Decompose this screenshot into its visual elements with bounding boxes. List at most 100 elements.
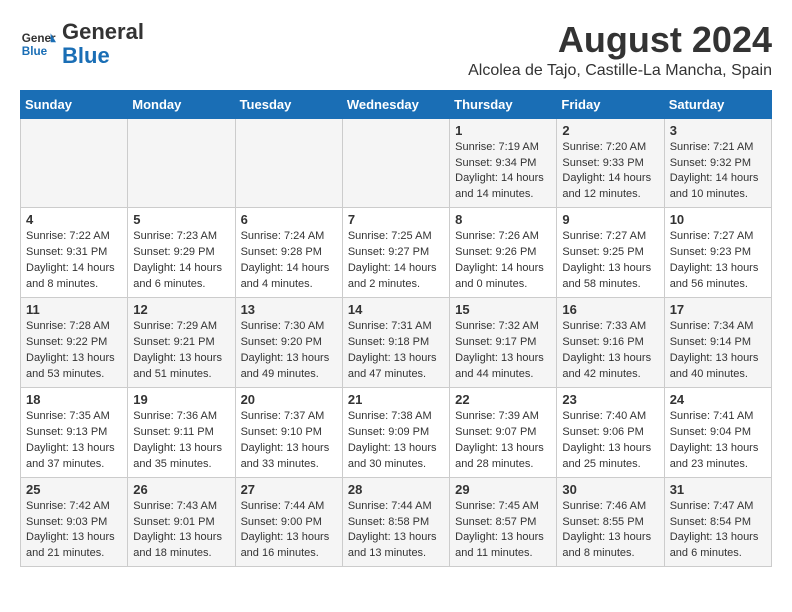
- cell-info: Sunrise: 7:46 AMSunset: 8:55 PMDaylight:…: [562, 499, 658, 563]
- cell-info: Sunrise: 7:28 AMSunset: 9:22 PMDaylight:…: [26, 319, 122, 383]
- cell-info: Sunrise: 7:31 AMSunset: 9:18 PMDaylight:…: [348, 319, 444, 383]
- day-number: 19: [133, 392, 229, 407]
- cell-info: Sunrise: 7:29 AMSunset: 9:21 PMDaylight:…: [133, 319, 229, 383]
- day-number: 6: [241, 212, 337, 227]
- weekday-header-thursday: Thursday: [450, 90, 557, 118]
- day-number: 4: [26, 212, 122, 227]
- calendar-cell: 27 Sunrise: 7:44 AMSunset: 9:00 PMDayligh…: [235, 477, 342, 567]
- cell-info: Sunrise: 7:40 AMSunset: 9:06 PMDaylight:…: [562, 409, 658, 473]
- cell-info: Sunrise: 7:30 AMSunset: 9:20 PMDaylight:…: [241, 319, 337, 383]
- cell-info: Sunrise: 7:19 AMSunset: 9:34 PMDaylight:…: [455, 140, 551, 204]
- weekday-header-saturday: Saturday: [664, 90, 771, 118]
- cell-info: Sunrise: 7:42 AMSunset: 9:03 PMDaylight:…: [26, 499, 122, 563]
- cell-info: Sunrise: 7:45 AMSunset: 8:57 PMDaylight:…: [455, 499, 551, 563]
- day-number: 30: [562, 482, 658, 497]
- calendar-cell: [342, 118, 449, 208]
- cell-info: Sunrise: 7:23 AMSunset: 9:29 PMDaylight:…: [133, 229, 229, 293]
- calendar-cell: 29 Sunrise: 7:45 AMSunset: 8:57 PMDayligh…: [450, 477, 557, 567]
- day-number: 9: [562, 212, 658, 227]
- cell-info: Sunrise: 7:39 AMSunset: 9:07 PMDaylight:…: [455, 409, 551, 473]
- calendar-cell: 26Sunrise: 7:43 AMSunset: 9:01 PMDayligh…: [128, 477, 235, 567]
- day-number: 20: [241, 392, 337, 407]
- day-number: 18: [26, 392, 122, 407]
- calendar-cell: 1 Sunrise: 7:19 AMSunset: 9:34 PMDaylight…: [450, 118, 557, 208]
- calendar-cell: 7 Sunrise: 7:25 AMSunset: 9:27 PMDaylight…: [342, 208, 449, 298]
- calendar-cell: 6 Sunrise: 7:24 AMSunset: 9:28 PMDaylight…: [235, 208, 342, 298]
- day-number: 14: [348, 302, 444, 317]
- weekday-header-sunday: Sunday: [21, 90, 128, 118]
- calendar-cell: 18 Sunrise: 7:35 AMSunset: 9:13 PMDayligh…: [21, 387, 128, 477]
- calendar-cell: 11 Sunrise: 7:28 AMSunset: 9:22 PMDayligh…: [21, 298, 128, 388]
- day-number: 2: [562, 123, 658, 138]
- day-number: 17: [670, 302, 766, 317]
- day-number: 16: [562, 302, 658, 317]
- cell-info: Sunrise: 7:44 AMSunset: 9:00 PMDaylight:…: [241, 499, 337, 563]
- cell-info: Sunrise: 7:33 AMSunset: 9:16 PMDaylight:…: [562, 319, 658, 383]
- calendar-cell: 17 Sunrise: 7:34 AMSunset: 9:14 PMDayligh…: [664, 298, 771, 388]
- cell-info: Sunrise: 7:41 AMSunset: 9:04 PMDaylight:…: [670, 409, 766, 473]
- calendar-cell: 20 Sunrise: 7:37 AMSunset: 9:10 PMDayligh…: [235, 387, 342, 477]
- day-number: 15: [455, 302, 551, 317]
- day-number: 1: [455, 123, 551, 138]
- calendar-cell: 3Sunrise: 7:21 AMSunset: 9:32 PMDaylight…: [664, 118, 771, 208]
- day-number: 23: [562, 392, 658, 407]
- cell-info: Sunrise: 7:35 AMSunset: 9:13 PMDaylight:…: [26, 409, 122, 473]
- cell-info: Sunrise: 7:20 AMSunset: 9:33 PMDaylight:…: [562, 140, 658, 204]
- calendar-cell: 30 Sunrise: 7:46 AMSunset: 8:55 PMDayligh…: [557, 477, 664, 567]
- day-number: 7: [348, 212, 444, 227]
- day-number: 8: [455, 212, 551, 227]
- calendar-cell: 25Sunrise: 7:42 AMSunset: 9:03 PMDayligh…: [21, 477, 128, 567]
- title-block: August 2024 Alcolea de Tajo, Castille-La…: [468, 20, 772, 80]
- cell-info: Sunrise: 7:47 AMSunset: 8:54 PMDaylight:…: [670, 499, 766, 563]
- day-number: 11: [26, 302, 122, 317]
- cell-info: Sunrise: 7:44 AMSunset: 8:58 PMDaylight:…: [348, 499, 444, 563]
- calendar-cell: 8 Sunrise: 7:26 AMSunset: 9:26 PMDaylight…: [450, 208, 557, 298]
- cell-info: Sunrise: 7:24 AMSunset: 9:28 PMDaylight:…: [241, 229, 337, 293]
- day-number: 10: [670, 212, 766, 227]
- calendar-cell: [128, 118, 235, 208]
- calendar-cell: 19 Sunrise: 7:36 AMSunset: 9:11 PMDayligh…: [128, 387, 235, 477]
- calendar-cell: 22 Sunrise: 7:39 AMSunset: 9:07 PMDayligh…: [450, 387, 557, 477]
- weekday-header-friday: Friday: [557, 90, 664, 118]
- day-number: 29: [455, 482, 551, 497]
- day-number: 31: [670, 482, 766, 497]
- weekday-header-tuesday: Tuesday: [235, 90, 342, 118]
- calendar-cell: 23 Sunrise: 7:40 AMSunset: 9:06 PMDayligh…: [557, 387, 664, 477]
- day-number: 21: [348, 392, 444, 407]
- weekday-header-monday: Monday: [128, 90, 235, 118]
- logo-icon: General Blue: [20, 26, 56, 62]
- cell-info: Sunrise: 7:26 AMSunset: 9:26 PMDaylight:…: [455, 229, 551, 293]
- calendar-cell: 16 Sunrise: 7:33 AMSunset: 9:16 PMDayligh…: [557, 298, 664, 388]
- day-number: 24: [670, 392, 766, 407]
- calendar-cell: 4 Sunrise: 7:22 AMSunset: 9:31 PMDaylight…: [21, 208, 128, 298]
- calendar-cell: 24 Sunrise: 7:41 AMSunset: 9:04 PMDayligh…: [664, 387, 771, 477]
- month-year: August 2024: [468, 20, 772, 60]
- calendar-table: SundayMondayTuesdayWednesdayThursdayFrid…: [20, 90, 772, 568]
- calendar-cell: 9 Sunrise: 7:27 AMSunset: 9:25 PMDaylight…: [557, 208, 664, 298]
- calendar-cell: 21 Sunrise: 7:38 AMSunset: 9:09 PMDayligh…: [342, 387, 449, 477]
- cell-info: Sunrise: 7:27 AMSunset: 9:25 PMDaylight:…: [562, 229, 658, 293]
- svg-text:Blue: Blue: [22, 45, 48, 58]
- cell-info: Sunrise: 7:25 AMSunset: 9:27 PMDaylight:…: [348, 229, 444, 293]
- calendar-cell: 10 Sunrise: 7:27 AMSunset: 9:23 PMDayligh…: [664, 208, 771, 298]
- calendar-cell: [235, 118, 342, 208]
- calendar-cell: 31 Sunrise: 7:47 AMSunset: 8:54 PMDayligh…: [664, 477, 771, 567]
- cell-info: Sunrise: 7:21 AMSunset: 9:32 PMDaylight:…: [670, 140, 766, 204]
- cell-info: Sunrise: 7:38 AMSunset: 9:09 PMDaylight:…: [348, 409, 444, 473]
- day-number: 28: [348, 482, 444, 497]
- cell-info: Sunrise: 7:37 AMSunset: 9:10 PMDaylight:…: [241, 409, 337, 473]
- cell-info: Sunrise: 7:22 AMSunset: 9:31 PMDaylight:…: [26, 229, 122, 293]
- cell-info: Sunrise: 7:34 AMSunset: 9:14 PMDaylight:…: [670, 319, 766, 383]
- day-number: 12: [133, 302, 229, 317]
- logo-text: General Blue: [62, 20, 144, 68]
- cell-info: Sunrise: 7:32 AMSunset: 9:17 PMDaylight:…: [455, 319, 551, 383]
- day-number: 22: [455, 392, 551, 407]
- day-number: 27: [241, 482, 337, 497]
- calendar-cell: 28 Sunrise: 7:44 AMSunset: 8:58 PMDayligh…: [342, 477, 449, 567]
- page-header: General Blue General Blue August 2024 Al…: [20, 20, 772, 80]
- calendar-cell: [21, 118, 128, 208]
- logo: General Blue General Blue: [20, 20, 144, 68]
- cell-info: Sunrise: 7:27 AMSunset: 9:23 PMDaylight:…: [670, 229, 766, 293]
- cell-info: Sunrise: 7:36 AMSunset: 9:11 PMDaylight:…: [133, 409, 229, 473]
- calendar-cell: 13Sunrise: 7:30 AMSunset: 9:20 PMDayligh…: [235, 298, 342, 388]
